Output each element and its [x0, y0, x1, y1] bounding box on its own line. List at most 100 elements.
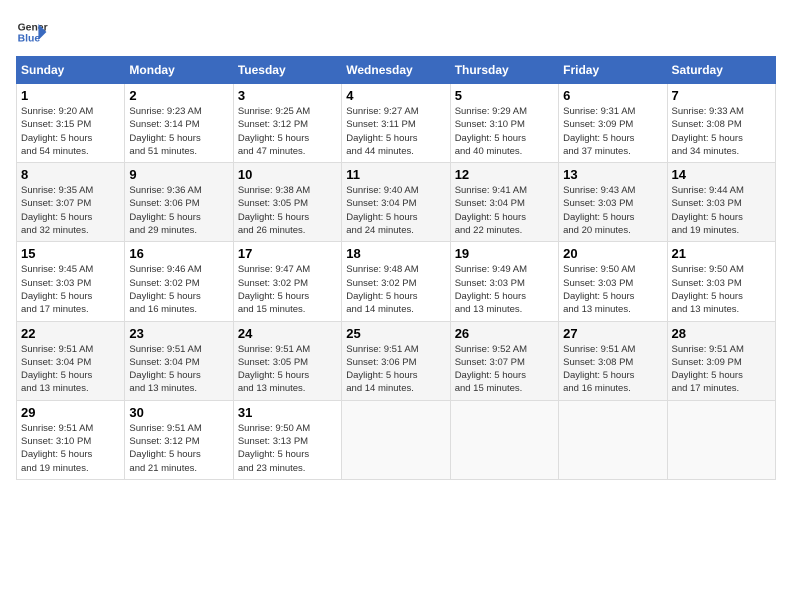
- calendar-cell: 23Sunrise: 9:51 AM Sunset: 3:04 PM Dayli…: [125, 321, 233, 400]
- calendar-cell: 27 Sunrise: 9:51 AM Sunset: 3:08 PM Dayli…: [559, 321, 667, 400]
- calendar-cell: 4 Sunrise: 9:27 AM Sunset: 3:11 PM Daylig…: [342, 84, 450, 163]
- day-info: Sunrise: 9:25 AM Sunset: 3:12 PM Dayligh…: [238, 105, 337, 158]
- column-header-saturday: Saturday: [667, 57, 775, 84]
- day-info: Sunrise: 9:51 AM Sunset: 3:04 PM Dayligh…: [21, 343, 120, 396]
- week-row-4: 22 Sunrise: 9:51 AM Sunset: 3:04 PM Dayli…: [17, 321, 776, 400]
- day-info: Sunrise: 9:45 AM Sunset: 3:03 PM Dayligh…: [21, 263, 120, 316]
- day-info: Sunrise: 9:51 AM Sunset: 3:05 PM Dayligh…: [238, 343, 337, 396]
- calendar-cell: 5 Sunrise: 9:29 AM Sunset: 3:10 PM Daylig…: [450, 84, 558, 163]
- day-info: Sunrise: 9:51 AM Sunset: 3:04 PM Dayligh…: [129, 343, 228, 396]
- day-number: 24: [238, 326, 337, 341]
- day-number: 1: [21, 88, 120, 103]
- svg-text:Blue: Blue: [18, 34, 41, 45]
- day-info: Sunrise: 9:50 AM Sunset: 3:03 PM Dayligh…: [672, 263, 771, 316]
- day-number: 14: [672, 167, 771, 182]
- calendar-cell: 24 Sunrise: 9:51 AM Sunset: 3:05 PM Dayli…: [233, 321, 341, 400]
- day-number: 7: [672, 88, 771, 103]
- day-info: Sunrise: 9:52 AM Sunset: 3:07 PM Dayligh…: [455, 343, 554, 396]
- day-info: Sunrise: 9:35 AM Sunset: 3:07 PM Dayligh…: [21, 184, 120, 237]
- day-info: Sunrise: 9:33 AM Sunset: 3:08 PM Dayligh…: [672, 105, 771, 158]
- day-info: Sunrise: 9:43 AM Sunset: 3:03 PM Dayligh…: [563, 184, 662, 237]
- calendar-table: SundayMondayTuesdayWednesdayThursdayFrid…: [16, 56, 776, 480]
- calendar-cell: 13 Sunrise: 9:43 AM Sunset: 3:03 PM Dayli…: [559, 163, 667, 242]
- day-info: Sunrise: 9:31 AM Sunset: 3:09 PM Dayligh…: [563, 105, 662, 158]
- week-row-3: 15 Sunrise: 9:45 AM Sunset: 3:03 PM Dayli…: [17, 242, 776, 321]
- day-number: 26: [455, 326, 554, 341]
- column-header-tuesday: Tuesday: [233, 57, 341, 84]
- calendar-cell: 31 Sunrise: 9:50 AM Sunset: 3:13 PM Dayli…: [233, 400, 341, 479]
- column-header-wednesday: Wednesday: [342, 57, 450, 84]
- day-number: 20: [563, 246, 662, 261]
- calendar-cell: 1Sunrise: 9:20 AM Sunset: 3:15 PM Daylig…: [17, 84, 125, 163]
- day-info: Sunrise: 9:51 AM Sunset: 3:10 PM Dayligh…: [21, 422, 120, 475]
- day-info: Sunrise: 9:41 AM Sunset: 3:04 PM Dayligh…: [455, 184, 554, 237]
- day-info: Sunrise: 9:44 AM Sunset: 3:03 PM Dayligh…: [672, 184, 771, 237]
- day-info: Sunrise: 9:38 AM Sunset: 3:05 PM Dayligh…: [238, 184, 337, 237]
- calendar-cell: 9Sunrise: 9:36 AM Sunset: 3:06 PM Daylig…: [125, 163, 233, 242]
- day-info: Sunrise: 9:51 AM Sunset: 3:09 PM Dayligh…: [672, 343, 771, 396]
- calendar-cell: 15 Sunrise: 9:45 AM Sunset: 3:03 PM Dayli…: [17, 242, 125, 321]
- day-info: Sunrise: 9:27 AM Sunset: 3:11 PM Dayligh…: [346, 105, 445, 158]
- day-info: Sunrise: 9:40 AM Sunset: 3:04 PM Dayligh…: [346, 184, 445, 237]
- calendar-cell: 3 Sunrise: 9:25 AM Sunset: 3:12 PM Daylig…: [233, 84, 341, 163]
- logo-icon: General Blue: [16, 16, 48, 48]
- day-info: Sunrise: 9:50 AM Sunset: 3:03 PM Dayligh…: [563, 263, 662, 316]
- calendar-cell: 28 Sunrise: 9:51 AM Sunset: 3:09 PM Dayli…: [667, 321, 775, 400]
- calendar-cell: 21 Sunrise: 9:50 AM Sunset: 3:03 PM Dayli…: [667, 242, 775, 321]
- day-number: 9: [129, 167, 228, 182]
- calendar-cell: 17Sunrise: 9:47 AM Sunset: 3:02 PM Dayli…: [233, 242, 341, 321]
- day-number: 13: [563, 167, 662, 182]
- day-number: 27: [563, 326, 662, 341]
- calendar-cell: 16 Sunrise: 9:46 AM Sunset: 3:02 PM Dayli…: [125, 242, 233, 321]
- calendar-cell: 11 Sunrise: 9:40 AM Sunset: 3:04 PM Dayli…: [342, 163, 450, 242]
- day-number: 21: [672, 246, 771, 261]
- day-number: 28: [672, 326, 771, 341]
- day-number: 19: [455, 246, 554, 261]
- day-number: 8: [21, 167, 120, 182]
- calendar-cell: [450, 400, 558, 479]
- calendar-cell: 26 Sunrise: 9:52 AM Sunset: 3:07 PM Dayli…: [450, 321, 558, 400]
- calendar-cell: 7 Sunrise: 9:33 AM Sunset: 3:08 PM Daylig…: [667, 84, 775, 163]
- calendar-cell: 18Sunrise: 9:48 AM Sunset: 3:02 PM Dayli…: [342, 242, 450, 321]
- day-number: 25: [346, 326, 445, 341]
- day-number: 11: [346, 167, 445, 182]
- calendar-cell: 19 Sunrise: 9:49 AM Sunset: 3:03 PM Dayli…: [450, 242, 558, 321]
- day-info: Sunrise: 9:29 AM Sunset: 3:10 PM Dayligh…: [455, 105, 554, 158]
- calendar-cell: 25 Sunrise: 9:51 AM Sunset: 3:06 PM Dayli…: [342, 321, 450, 400]
- calendar-cell: 2Sunrise: 9:23 AM Sunset: 3:14 PM Daylig…: [125, 84, 233, 163]
- column-headers: SundayMondayTuesdayWednesdayThursdayFrid…: [17, 57, 776, 84]
- day-number: 29: [21, 405, 120, 420]
- day-info: Sunrise: 9:50 AM Sunset: 3:13 PM Dayligh…: [238, 422, 337, 475]
- calendar-cell: 14 Sunrise: 9:44 AM Sunset: 3:03 PM Dayli…: [667, 163, 775, 242]
- day-number: 4: [346, 88, 445, 103]
- day-info: Sunrise: 9:51 AM Sunset: 3:06 PM Dayligh…: [346, 343, 445, 396]
- day-info: Sunrise: 9:51 AM Sunset: 3:08 PM Dayligh…: [563, 343, 662, 396]
- calendar-cell: 8 Sunrise: 9:35 AM Sunset: 3:07 PM Daylig…: [17, 163, 125, 242]
- day-number: 5: [455, 88, 554, 103]
- week-row-5: 29 Sunrise: 9:51 AM Sunset: 3:10 PM Dayli…: [17, 400, 776, 479]
- day-number: 22: [21, 326, 120, 341]
- day-number: 12: [455, 167, 554, 182]
- calendar-cell: 30 Sunrise: 9:51 AM Sunset: 3:12 PM Dayli…: [125, 400, 233, 479]
- column-header-friday: Friday: [559, 57, 667, 84]
- day-info: Sunrise: 9:46 AM Sunset: 3:02 PM Dayligh…: [129, 263, 228, 316]
- column-header-thursday: Thursday: [450, 57, 558, 84]
- day-number: 15: [21, 246, 120, 261]
- day-info: Sunrise: 9:47 AM Sunset: 3:02 PM Dayligh…: [238, 263, 337, 316]
- calendar-cell: 12 Sunrise: 9:41 AM Sunset: 3:04 PM Dayli…: [450, 163, 558, 242]
- calendar-cell: 29 Sunrise: 9:51 AM Sunset: 3:10 PM Dayli…: [17, 400, 125, 479]
- week-row-2: 8 Sunrise: 9:35 AM Sunset: 3:07 PM Daylig…: [17, 163, 776, 242]
- column-header-monday: Monday: [125, 57, 233, 84]
- header: General Blue: [16, 16, 776, 48]
- calendar-cell: 22 Sunrise: 9:51 AM Sunset: 3:04 PM Dayli…: [17, 321, 125, 400]
- calendar-cell: 6 Sunrise: 9:31 AM Sunset: 3:09 PM Daylig…: [559, 84, 667, 163]
- day-info: Sunrise: 9:23 AM Sunset: 3:14 PM Dayligh…: [129, 105, 228, 158]
- day-info: Sunrise: 9:51 AM Sunset: 3:12 PM Dayligh…: [129, 422, 228, 475]
- day-number: 16: [129, 246, 228, 261]
- day-info: Sunrise: 9:49 AM Sunset: 3:03 PM Dayligh…: [455, 263, 554, 316]
- day-number: 30: [129, 405, 228, 420]
- day-number: 31: [238, 405, 337, 420]
- day-number: 6: [563, 88, 662, 103]
- calendar-cell: [667, 400, 775, 479]
- day-number: 3: [238, 88, 337, 103]
